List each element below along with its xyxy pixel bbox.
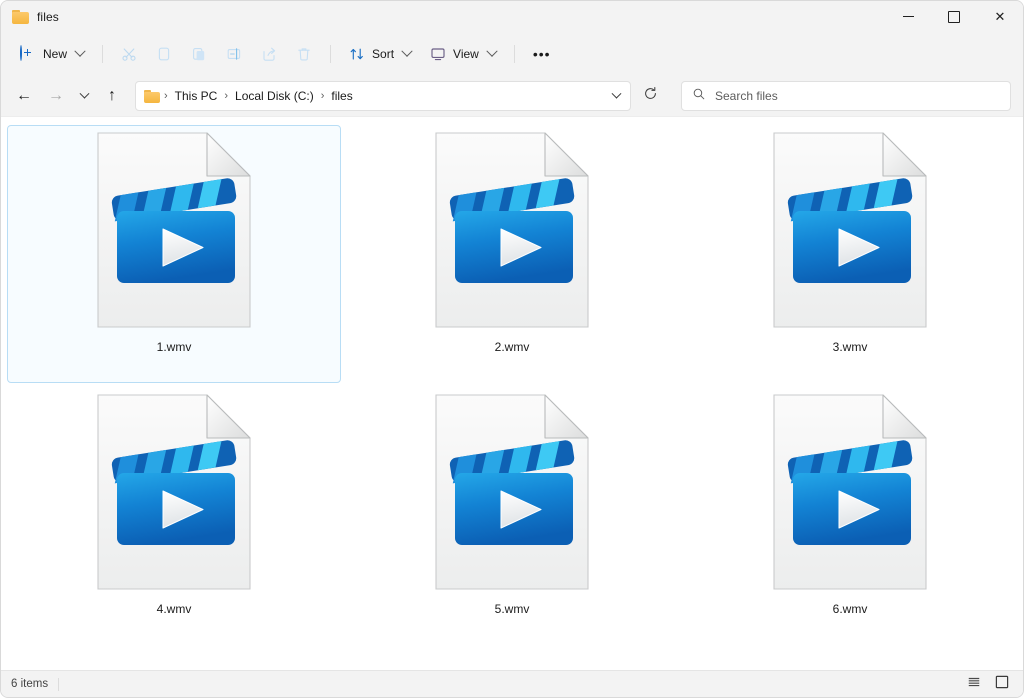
new-button[interactable]: New [11, 38, 93, 70]
arrow-right-icon: → [48, 87, 64, 104]
delete-button[interactable] [287, 38, 321, 70]
wmv-file-icon [95, 130, 253, 330]
toolbar-separator [102, 45, 104, 63]
item-count-label: 6 items [11, 678, 49, 690]
status-separator [58, 677, 60, 691]
breadcrumb-item-files[interactable]: files [325, 86, 358, 106]
trash-icon [296, 46, 312, 62]
file-name-label: 3.wmv [832, 340, 868, 354]
refresh-icon [643, 86, 658, 106]
sort-button[interactable]: Sort [340, 38, 420, 70]
wmv-file-icon [771, 130, 929, 330]
view-button[interactable]: View [421, 38, 505, 70]
breadcrumb[interactable]: › This PC › Local Disk (C:) › files [135, 81, 631, 111]
recent-locations-button[interactable] [73, 81, 95, 111]
wmv-file-icon [433, 392, 591, 592]
folder-icon [12, 9, 29, 24]
toolbar-separator-3 [513, 45, 515, 63]
maximize-button[interactable] [931, 1, 977, 32]
share-icon [261, 46, 277, 62]
command-toolbar: New Sort View ••• [1, 32, 1023, 76]
copy-icon [156, 46, 172, 62]
sort-button-label: Sort [372, 47, 395, 61]
file-name-label: 2.wmv [494, 340, 530, 354]
chevron-down-icon [74, 45, 86, 57]
wmv-file-icon [771, 392, 929, 592]
close-icon: ✕ [994, 9, 1006, 24]
refresh-button[interactable] [635, 81, 665, 111]
title-bar: files ✕ [1, 1, 1023, 32]
arrow-up-icon: ↑ [108, 87, 116, 104]
file-name-label: 6.wmv [832, 602, 868, 616]
monitor-icon [430, 46, 446, 62]
search-input[interactable]: Search files [715, 89, 778, 103]
status-bar: 6 items [1, 670, 1023, 697]
search-box[interactable]: Search files [681, 81, 1011, 111]
file-item[interactable]: 2.wmv [345, 125, 679, 383]
minimize-icon [902, 16, 914, 17]
chevron-down-icon [401, 45, 413, 57]
file-item[interactable]: 1.wmv [7, 125, 341, 383]
chevron-down-icon [79, 88, 89, 99]
file-item[interactable]: 3.wmv [683, 125, 1017, 383]
back-button[interactable]: ← [9, 81, 39, 111]
see-more-button[interactable]: ••• [524, 38, 560, 70]
large-icons-view-button[interactable] [991, 674, 1013, 694]
file-name-label: 1.wmv [156, 340, 192, 354]
maximize-icon [948, 10, 960, 23]
large-icons-view-icon [995, 675, 1009, 694]
file-item[interactable]: 4.wmv [7, 387, 341, 645]
folder-icon [144, 89, 160, 103]
plus-circle-icon [20, 45, 36, 62]
toolbar-separator-2 [330, 45, 332, 63]
share-button[interactable] [252, 38, 286, 70]
breadcrumb-item-this-pc[interactable]: This PC [169, 86, 224, 106]
window-controls: ✕ [885, 1, 1023, 32]
file-item[interactable]: 6.wmv [683, 387, 1017, 645]
file-item[interactable]: 5.wmv [345, 387, 679, 645]
paste-icon [191, 46, 207, 62]
rename-button[interactable] [217, 38, 251, 70]
chevron-down-icon [486, 45, 498, 57]
list-view-icon [967, 675, 981, 694]
arrow-left-icon: ← [16, 87, 32, 104]
title-bar-left: files [1, 9, 59, 24]
breadcrumb-dropdown-button[interactable] [604, 83, 628, 109]
forward-button[interactable]: → [41, 81, 71, 111]
details-view-button[interactable] [963, 674, 985, 694]
file-explorer-window: files ✕ New Sort View ••• ← → ↑ › This P… [0, 0, 1024, 698]
file-name-label: 4.wmv [156, 602, 192, 616]
ellipsis-icon: ••• [532, 46, 551, 62]
sort-arrows-icon [349, 46, 365, 62]
view-button-label: View [453, 47, 479, 61]
window-title: files [37, 9, 59, 24]
breadcrumb-item-local-disk[interactable]: Local Disk (C:) [229, 86, 320, 106]
search-icon [692, 87, 706, 106]
paste-button[interactable] [182, 38, 216, 70]
rename-icon [226, 46, 242, 62]
minimize-button[interactable] [885, 1, 931, 32]
view-toggle-group [963, 674, 1013, 694]
wmv-file-icon [95, 392, 253, 592]
new-button-label: New [43, 47, 68, 61]
chevron-down-icon [611, 88, 621, 99]
cut-button[interactable] [112, 38, 146, 70]
wmv-file-icon [433, 130, 591, 330]
breadcrumb-separator: › [164, 90, 168, 102]
copy-button[interactable] [147, 38, 181, 70]
close-button[interactable]: ✕ [977, 1, 1023, 32]
file-list-area[interactable]: 1.wmv 2.wmv 3.wmv 4.wmv 5.wmv 6.wmv [1, 116, 1023, 670]
file-name-label: 5.wmv [494, 602, 530, 616]
address-bar-row: ← → ↑ › This PC › Local Disk (C:) › file… [1, 76, 1023, 116]
up-button[interactable]: ↑ [97, 81, 127, 111]
file-grid: 1.wmv 2.wmv 3.wmv 4.wmv 5.wmv 6.wmv [1, 117, 1023, 647]
scissors-icon [121, 46, 137, 62]
